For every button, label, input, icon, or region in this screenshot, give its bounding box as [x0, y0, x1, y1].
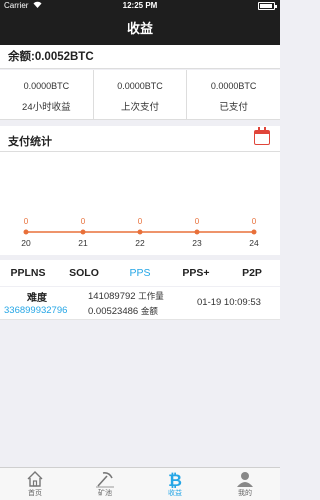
pickaxe-icon — [96, 472, 114, 488]
tab-pplns[interactable]: PPLNS — [0, 260, 56, 286]
calendar-icon[interactable] — [254, 127, 270, 145]
data-label: 0 — [138, 217, 143, 226]
payment-stats-header: 支付统计 — [0, 126, 280, 152]
stat-label: 24小时收益 — [22, 102, 71, 113]
data-point — [251, 229, 257, 235]
chart-svg: 0 20 0 21 0 22 0 23 0 24 — [21, 217, 259, 248]
stat-value: 0.0000BTC — [117, 81, 163, 91]
work-value: 141089792 — [88, 291, 136, 302]
data-label: 0 — [252, 217, 257, 226]
stat-24h-earnings: 0.0000BTC 24小时收益 — [0, 70, 94, 119]
record-header: 难度 — [27, 293, 47, 304]
stat-paid-total: 0.0000BTC 已支付 — [187, 70, 280, 119]
tab-solo[interactable]: SOLO — [56, 260, 112, 286]
stat-value: 0.0000BTC — [23, 81, 70, 91]
data-point — [194, 229, 200, 235]
tabbar-label: 矿池 — [98, 490, 112, 497]
list-item[interactable]: 难度 336899932796 141089792 工作量 0.00523486… — [0, 287, 280, 320]
balance-label: 余额:0.0052BTC — [0, 45, 280, 69]
payment-stats-title: 支付统计 — [8, 136, 52, 148]
amount-value: 0.00523486 — [88, 306, 139, 317]
x-tick-label: 23 — [192, 238, 202, 248]
data-point — [80, 229, 86, 235]
stats-row: 0.0000BTC 24小时收益 0.0000BTC 上次支付 0.0000BT… — [0, 70, 280, 120]
data-point — [23, 229, 29, 235]
home-icon — [27, 471, 43, 487]
record-amount: 0.00523486 金额 — [88, 305, 158, 317]
stat-value: 0.0000BTC — [210, 81, 257, 91]
battery-icon — [258, 2, 277, 10]
tabbar-pool[interactable]: 矿池 — [70, 468, 140, 500]
tabbar-earnings[interactable]: ₿ 收益 — [140, 468, 210, 500]
work-unit: 工作量 — [138, 291, 164, 301]
tabbar-home[interactable]: 首页 — [0, 468, 70, 500]
nav-title: 收益 — [0, 12, 280, 45]
x-tick-label: 24 — [249, 238, 259, 248]
stat-label: 已支付 — [219, 102, 248, 113]
stat-label: 上次支付 — [121, 102, 160, 113]
tabbar-label: 首页 — [28, 490, 42, 497]
data-label: 0 — [81, 217, 86, 226]
tab-pps-plus[interactable]: PPS+ — [168, 260, 224, 286]
x-tick-label: 20 — [21, 238, 31, 248]
x-tick-label: 21 — [78, 238, 88, 248]
pool-mode-tabs: PPLNS SOLO PPS PPS+ P2P — [0, 260, 280, 286]
tabbar-mine[interactable]: 我的 — [210, 468, 280, 500]
bottom-tab-bar: 首页 矿池 ₿ 收益 我的 — [0, 467, 280, 500]
status-time: 12:25 PM — [122, 1, 158, 10]
x-tick-label: 22 — [135, 238, 145, 248]
tab-pps[interactable]: PPS — [112, 260, 168, 286]
payment-chart: 0 20 0 21 0 22 0 23 0 24 — [0, 152, 280, 255]
record-work: 141089792 工作量 — [88, 290, 164, 302]
bitcoin-icon: ₿ — [168, 471, 182, 490]
data-label: 0 — [24, 217, 29, 226]
tabbar-label: 我的 — [238, 490, 252, 497]
status-bar: Carrier 12:25 PM — [0, 0, 280, 12]
record-time: 01-19 10:09:53 — [197, 297, 261, 308]
stat-last-payment: 0.0000BTC 上次支付 — [94, 70, 188, 119]
data-point — [137, 229, 143, 235]
amount-unit: 金额 — [140, 306, 158, 316]
data-label: 0 — [195, 217, 200, 226]
tab-p2p[interactable]: P2P — [224, 260, 280, 286]
user-icon — [237, 472, 253, 487]
tabbar-label: 收益 — [168, 490, 182, 497]
record-address[interactable]: 336899932796 — [4, 305, 67, 316]
